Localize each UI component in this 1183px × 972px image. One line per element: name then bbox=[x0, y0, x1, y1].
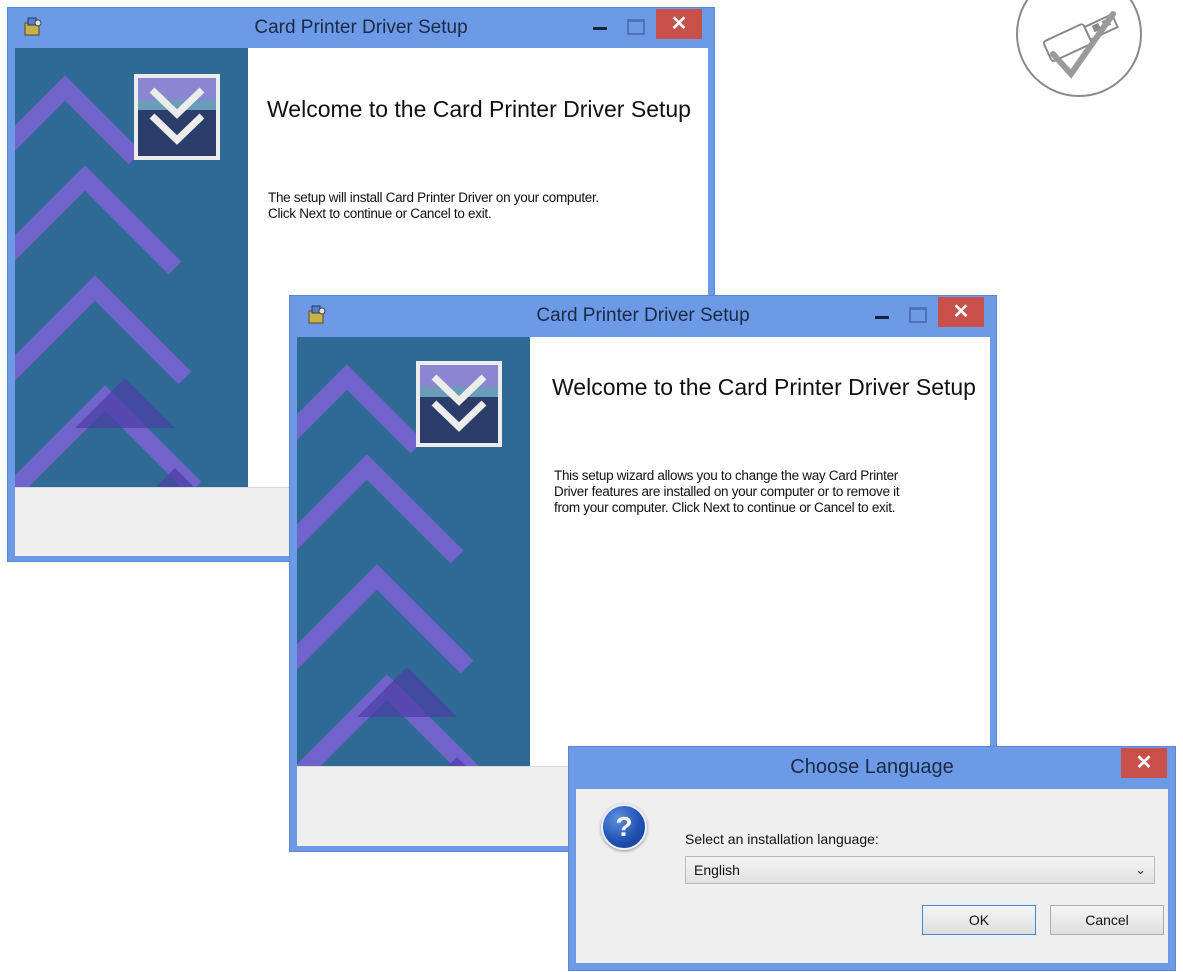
welcome-heading: Welcome to the Card Printer Driver Setup bbox=[267, 96, 691, 122]
chevron-down-icon[interactable]: ⌄ bbox=[1135, 857, 1146, 883]
body-line: The setup will install Card Printer Driv… bbox=[268, 190, 599, 205]
body-line: Driver features are installed on your co… bbox=[554, 484, 900, 499]
minimize-button[interactable] bbox=[872, 306, 892, 326]
welcome-body: This setup wizard allows you to change t… bbox=[554, 468, 900, 516]
title-bar[interactable]: Card Printer Driver Setup ✕ bbox=[290, 296, 996, 336]
ok-button[interactable]: OK bbox=[922, 905, 1036, 935]
double-chevron-logo-icon bbox=[416, 361, 502, 447]
language-select-value: English bbox=[694, 862, 740, 878]
double-chevron-logo-icon bbox=[134, 74, 220, 160]
body-line: This setup wizard allows you to change t… bbox=[554, 468, 898, 483]
welcome-body: The setup will install Card Printer Driv… bbox=[268, 190, 599, 222]
maximize-button[interactable] bbox=[909, 307, 927, 323]
close-button[interactable]: ✕ bbox=[938, 297, 984, 327]
title-bar[interactable]: Choose Language ✕ bbox=[569, 747, 1175, 787]
dialog-title: Choose Language bbox=[790, 756, 954, 778]
language-select[interactable]: English ⌄ bbox=[685, 856, 1155, 884]
choose-language-dialog: Choose Language ✕ ? Select an installati… bbox=[568, 746, 1176, 971]
close-button[interactable]: ✕ bbox=[1121, 748, 1167, 778]
language-prompt: Select an installation language: bbox=[685, 831, 879, 847]
cancel-button[interactable]: Cancel bbox=[1050, 905, 1164, 935]
body-line: from your computer. Click Next to contin… bbox=[554, 500, 896, 515]
usb-check-badge-icon bbox=[1016, 0, 1142, 97]
close-button[interactable]: ✕ bbox=[656, 9, 702, 39]
minimize-button[interactable] bbox=[590, 17, 610, 37]
question-icon: ? bbox=[601, 804, 647, 850]
dialog-client: ? Select an installation language: Engli… bbox=[576, 789, 1168, 963]
welcome-heading: Welcome to the Card Printer Driver Setup bbox=[552, 374, 976, 400]
title-bar[interactable]: Card Printer Driver Setup ✕ bbox=[8, 8, 714, 48]
maximize-button[interactable] bbox=[627, 19, 645, 35]
body-line: Click Next to continue or Cancel to exit… bbox=[268, 206, 492, 221]
